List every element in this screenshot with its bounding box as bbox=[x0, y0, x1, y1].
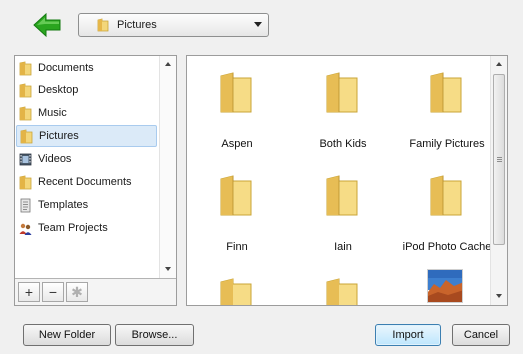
folder-icon bbox=[430, 72, 462, 113]
folder-item[interactable] bbox=[187, 274, 287, 305]
folder-icon bbox=[19, 106, 32, 120]
sidebar-button-bar: + − ✱ bbox=[15, 278, 176, 305]
back-arrow-icon bbox=[33, 12, 61, 38]
grip-line bbox=[497, 157, 502, 158]
sidebar-item-desktop[interactable]: Desktop bbox=[16, 79, 157, 101]
scroll-down-icon[interactable] bbox=[496, 294, 502, 298]
file-browser-scrollbar[interactable] bbox=[490, 56, 507, 305]
file-name: Aspen bbox=[221, 138, 253, 150]
sidebar-item-documents[interactable]: Documents bbox=[16, 57, 157, 79]
location-dropdown[interactable]: Pictures bbox=[78, 13, 269, 37]
file-name: iPod Photo Cache bbox=[402, 241, 492, 253]
folder-item[interactable] bbox=[293, 274, 393, 305]
folder-icon bbox=[97, 18, 109, 32]
landscape-photo-icon bbox=[428, 270, 462, 302]
file-name: Iain bbox=[334, 241, 352, 253]
grip-line bbox=[497, 159, 502, 160]
folder-icon bbox=[430, 175, 462, 216]
remove-place-button[interactable]: − bbox=[42, 282, 64, 302]
photo-thumbnail[interactable] bbox=[427, 269, 463, 303]
sidebar-item-label: Pictures bbox=[39, 130, 79, 142]
plus-icon: + bbox=[24, 284, 34, 300]
sidebar-item-videos[interactable]: Videos bbox=[16, 148, 157, 170]
folder-icon bbox=[326, 72, 358, 113]
cancel-button[interactable]: Cancel bbox=[452, 324, 510, 346]
place-settings-button[interactable]: ✱ bbox=[66, 282, 88, 302]
scroll-up-icon[interactable] bbox=[496, 62, 502, 66]
folder-icon bbox=[326, 175, 358, 216]
sidebar-item-recent-documents[interactable]: Recent Documents bbox=[16, 171, 157, 193]
folder-icon bbox=[19, 61, 32, 75]
folder-icon bbox=[19, 175, 32, 189]
back-button[interactable] bbox=[32, 12, 62, 38]
sidebar-item-label: Recent Documents bbox=[38, 176, 132, 188]
sidebar-item-label: Desktop bbox=[38, 84, 79, 96]
sidebar-item-label: Documents bbox=[38, 62, 94, 74]
sidebar-item-label: Team Projects bbox=[38, 222, 108, 234]
add-place-button[interactable]: + bbox=[18, 282, 40, 302]
film-icon bbox=[19, 153, 32, 165]
location-label: Pictures bbox=[117, 19, 157, 31]
folder-icon bbox=[220, 278, 252, 305]
file-name: Finn bbox=[226, 241, 248, 253]
folder-icon bbox=[19, 83, 32, 97]
folder-item-iain[interactable]: Iain bbox=[293, 171, 393, 261]
folder-icon bbox=[220, 175, 252, 216]
folder-item-aspen[interactable]: Aspen bbox=[187, 68, 287, 158]
sidebar: Documents Desktop Music Pictures Videos … bbox=[14, 55, 177, 306]
gear-icon: ✱ bbox=[71, 283, 83, 300]
browse-button[interactable]: Browse... bbox=[115, 324, 194, 346]
document-icon bbox=[20, 198, 31, 212]
folder-item-ipod-photo-cache[interactable]: iPod Photo Cache bbox=[397, 171, 497, 261]
minus-icon: − bbox=[48, 284, 58, 300]
sidebar-item-label: Music bbox=[38, 107, 67, 119]
folder-icon bbox=[20, 129, 33, 143]
sidebar-item-label: Templates bbox=[38, 199, 89, 211]
file-name: Both Kids bbox=[319, 138, 367, 150]
folder-item-finn[interactable]: Finn bbox=[187, 171, 287, 261]
new-folder-button[interactable]: New Folder bbox=[23, 324, 111, 346]
people-icon bbox=[19, 223, 32, 235]
sidebar-item-pictures[interactable]: Pictures bbox=[16, 125, 157, 147]
sidebar-scrollbar[interactable] bbox=[159, 56, 176, 279]
folder-item-both-kids[interactable]: Both Kids bbox=[293, 68, 393, 158]
sidebar-item-label: Videos bbox=[38, 153, 72, 165]
sidebar-item-music[interactable]: Music bbox=[16, 102, 157, 124]
sidebar-list: Documents Desktop Music Pictures Videos … bbox=[15, 56, 160, 279]
scrollbar-thumb[interactable] bbox=[493, 74, 505, 245]
chevron-down-icon bbox=[254, 22, 262, 27]
file-name: Family Pictures bbox=[409, 138, 485, 150]
scroll-down-icon[interactable] bbox=[165, 267, 171, 271]
folder-icon bbox=[326, 278, 358, 305]
sidebar-item-team-projects[interactable]: Team Projects bbox=[16, 217, 157, 239]
folder-icon bbox=[220, 72, 252, 113]
file-browser: Aspen Both Kids Family Pictures Finn Iai… bbox=[186, 55, 508, 306]
folder-item-family-pictures[interactable]: Family Pictures bbox=[397, 68, 497, 158]
import-button[interactable]: Import bbox=[375, 324, 441, 346]
grip-line bbox=[497, 161, 502, 162]
scroll-up-icon[interactable] bbox=[165, 62, 171, 66]
sidebar-item-templates[interactable]: Templates bbox=[16, 194, 157, 216]
